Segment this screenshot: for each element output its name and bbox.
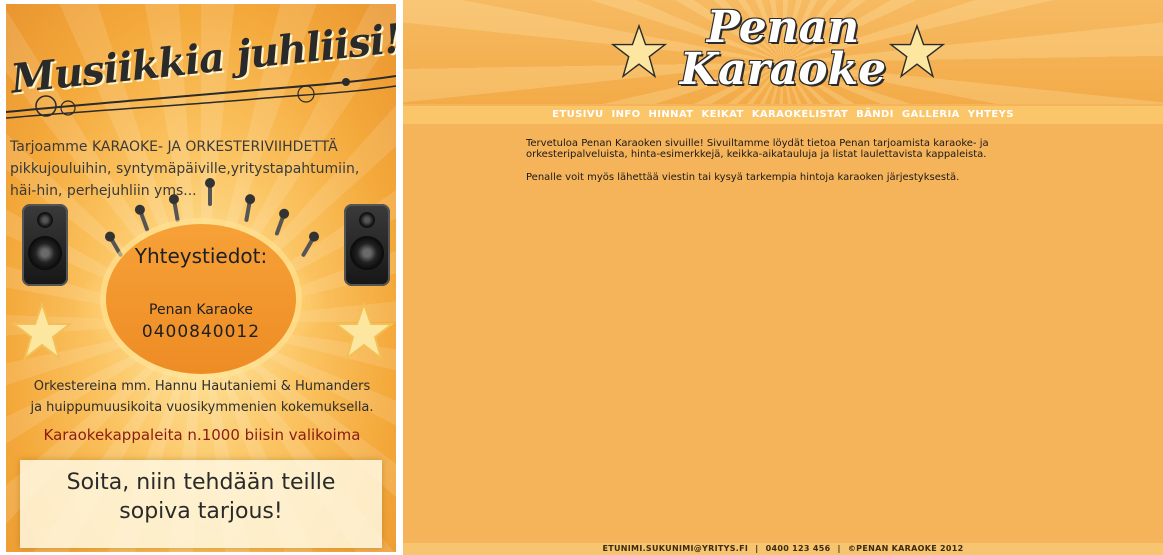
swirl-decoration-icon xyxy=(6,75,396,119)
contact-paragraph: Penalle voit myös lähettää viestin tai k… xyxy=(526,172,960,183)
band-info-line-2: ja huippumuusikoita vuosikymmenien kokem… xyxy=(30,400,374,415)
footer-email[interactable]: ETUNIMI.SUKUNIMI@YRITYS.FI xyxy=(602,544,748,553)
nav-item-keikat[interactable]: KEIKAT xyxy=(702,106,744,124)
speaker-icon xyxy=(344,204,390,286)
footer-separator: | xyxy=(837,544,841,553)
speaker-icon xyxy=(22,204,68,286)
welcome-paragraph: Tervetuloa Penan Karaoken sivuille! Sivu… xyxy=(526,138,989,160)
footer-phone: 0400 123 456 xyxy=(765,544,831,553)
microphone-icon xyxy=(205,178,215,206)
promo-poster: Musiikkia juhliisi! Tarjoamme KARAOKE- J… xyxy=(6,4,396,552)
main-content: Tervetuloa Penan Karaoken sivuille! Sivu… xyxy=(526,138,1026,195)
offer-line-2: sopiva tarjous! xyxy=(119,499,283,524)
nav-item-etusivu[interactable]: ETUSIVU xyxy=(552,106,603,124)
nav-item-bandi[interactable]: BÄNDI xyxy=(856,106,894,124)
main-nav: ETUSIVU INFO HINNAT KEIKAT KARAOKELISTAT… xyxy=(403,106,1163,124)
footer-separator: | xyxy=(755,544,759,553)
site-footer: ETUNIMI.SUKUNIMI@YRITYS.FI | 0400 123 45… xyxy=(403,543,1163,555)
star-icon xyxy=(12,302,72,361)
contact-heading: Yhteystiedot: xyxy=(134,244,268,268)
song-count-highlight: Karaokekappaleita n.1000 biisin valikoim… xyxy=(43,426,361,444)
site-header: Penan Karaoke xyxy=(403,0,1163,104)
nav-item-hinnat[interactable]: HINNAT xyxy=(649,106,694,124)
nav-item-karaokelistat[interactable]: KARAOKELISTAT xyxy=(752,106,848,124)
nav-item-galleria[interactable]: GALLERIA xyxy=(902,106,960,124)
nav-item-info[interactable]: INFO xyxy=(611,106,640,124)
poster-intro-text: Tarjoamme KARAOKE- JA ORKESTERIVIIHDETTÄ… xyxy=(10,139,360,199)
star-icon xyxy=(334,302,394,361)
band-info-line-1: Orkestereina mm. Hannu Hautaniemi & Huma… xyxy=(33,379,371,394)
contact-phone: 0400840012 xyxy=(141,322,261,342)
site-logo-line-2[interactable]: Karaoke xyxy=(403,48,1163,92)
offer-box: Soita, niin tehdään teille sopiva tarjou… xyxy=(20,460,382,548)
band-info: Orkestereina mm. Hannu Hautaniemi & Huma… xyxy=(10,376,394,418)
contact-name: Penan Karaoke xyxy=(149,302,253,318)
offer-line-1: Soita, niin tehdään teille xyxy=(66,470,336,495)
website-page: Penan Karaoke ETUSIVU INFO HINNAT KEIKAT… xyxy=(403,0,1163,555)
footer-copyright: ©PENAN KARAOKE 2012 xyxy=(847,544,964,553)
nav-item-yhteys[interactable]: YHTEYS xyxy=(968,106,1014,124)
